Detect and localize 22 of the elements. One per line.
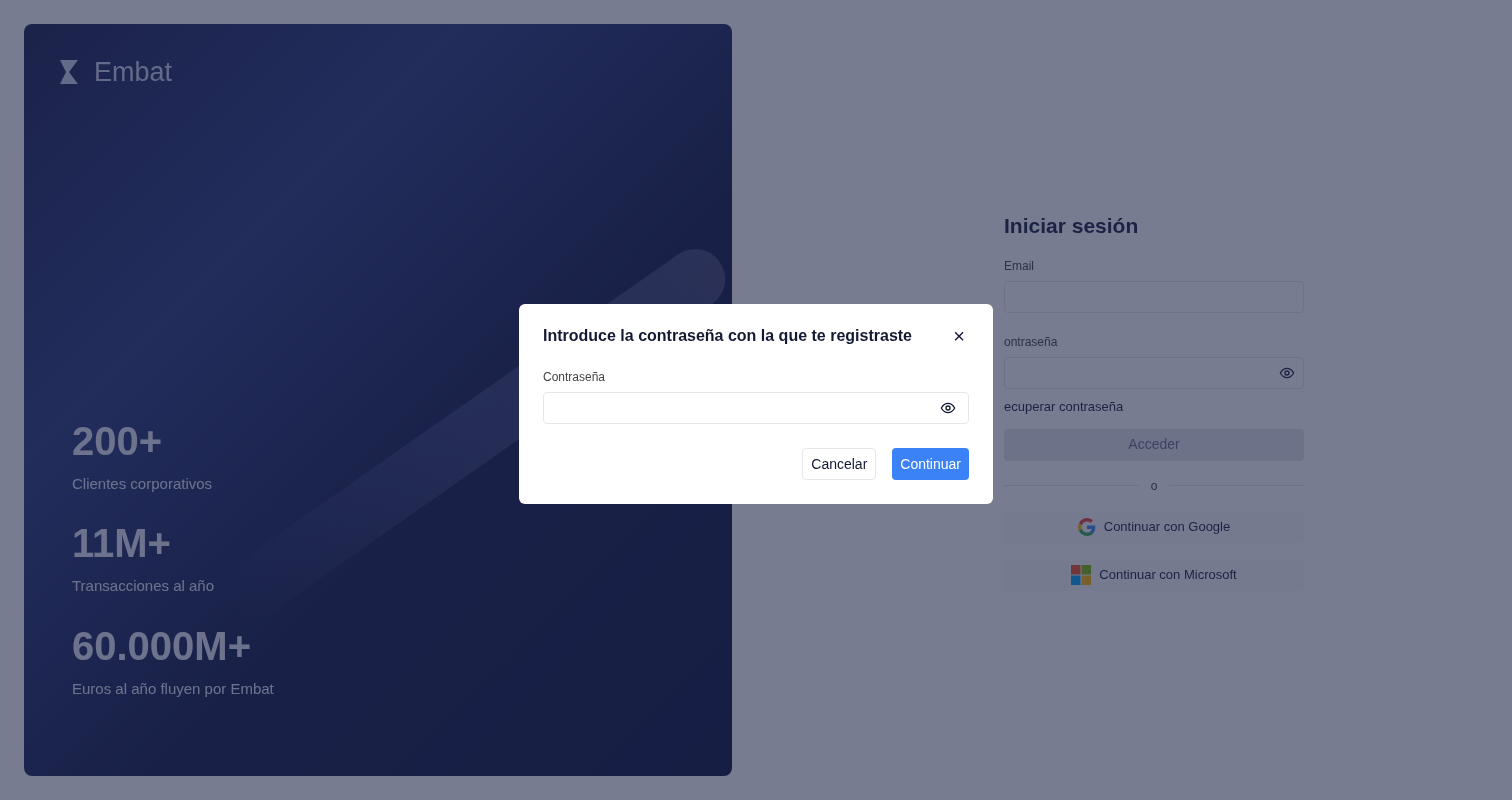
microsoft-logo-icon — [1071, 564, 1092, 585]
dialog-title: Introduce la contraseña con la que te registraste — [543, 326, 912, 346]
divider-text: o — [1150, 477, 1158, 495]
stat-label: Euros al año fluyen por Embat — [72, 678, 275, 699]
stat-value: 11M+ — [72, 523, 172, 563]
password-field[interactable] — [543, 392, 969, 424]
stat-value: 60.000M+ — [72, 625, 253, 666]
google-logo-icon — [1077, 517, 1096, 536]
stat-label: Clientes corporativos — [72, 473, 214, 494]
field-label: Contraseña — [543, 369, 607, 386]
eye-icon[interactable] — [940, 400, 956, 416]
login-title: Iniciar sesión — [1004, 212, 1140, 239]
field-label: ontraseña — [1004, 334, 1059, 351]
field-label: Email — [1004, 258, 1035, 275]
continue-button[interactable]: Continuar — [892, 448, 969, 480]
recover-password-link[interactable]: ecuperar contraseña — [1004, 397, 1304, 417]
stat-value: 200+ — [72, 420, 164, 461]
close-button[interactable]: × — [949, 326, 969, 346]
brand-name: Embat — [94, 56, 173, 89]
cancel-button[interactable]: Cancelar — [802, 448, 877, 480]
stat-label: Transacciones al año — [72, 576, 216, 596]
password-field[interactable] — [1004, 357, 1304, 389]
